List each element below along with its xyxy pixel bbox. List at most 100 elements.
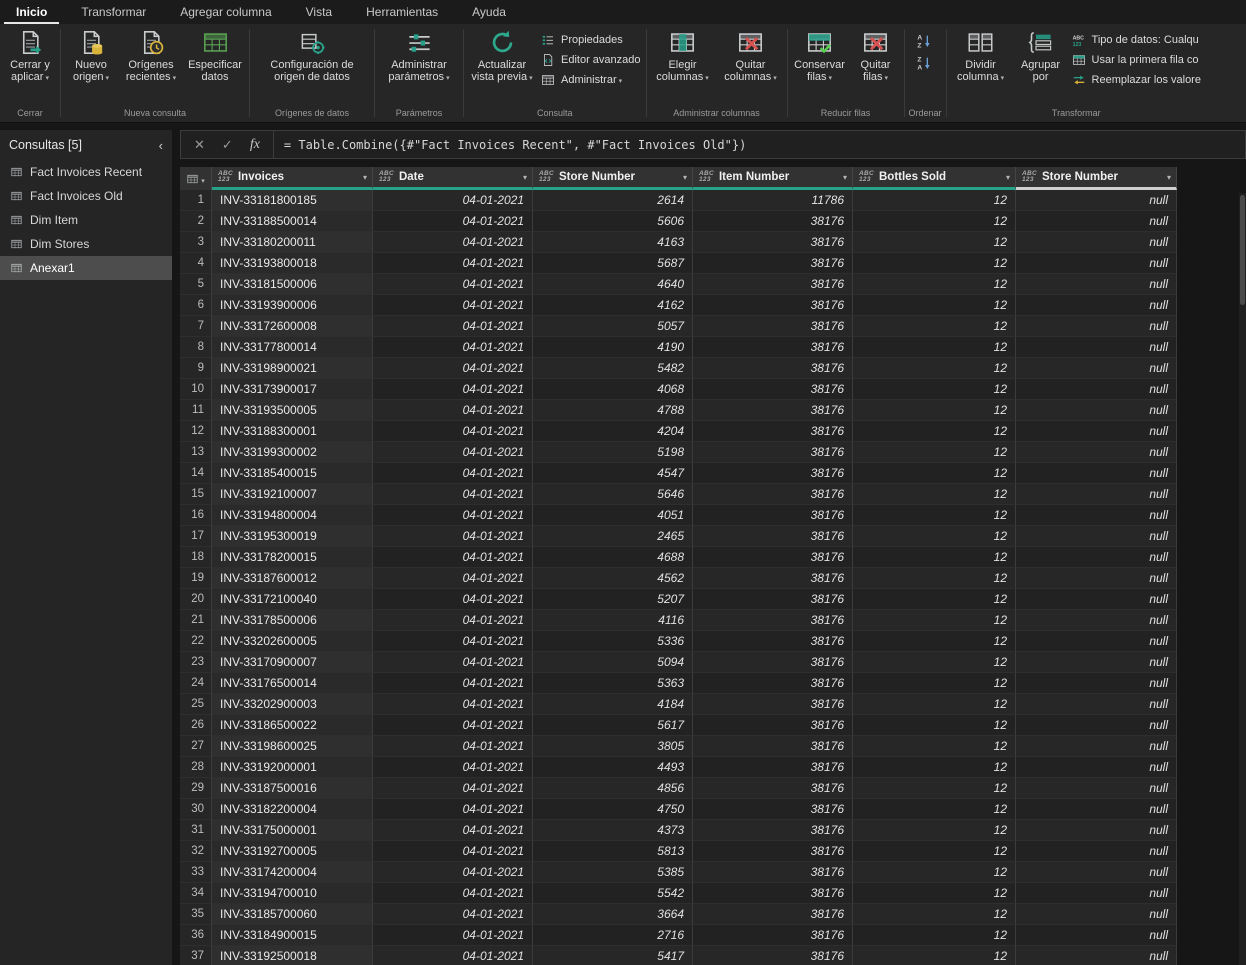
table-cell[interactable]: 12	[853, 211, 1016, 232]
table-cell[interactable]: null	[1016, 778, 1177, 799]
table-cell[interactable]: null	[1016, 295, 1177, 316]
table-cell[interactable]: 5646	[533, 484, 693, 505]
table-cell[interactable]: 5617	[533, 715, 693, 736]
table-cell[interactable]: null	[1016, 505, 1177, 526]
table-cell[interactable]: INV-33177800014	[212, 337, 373, 358]
column-header[interactable]: ABC123Item Number	[693, 167, 853, 190]
table-cell[interactable]: 4750	[533, 799, 693, 820]
table-cell[interactable]: null	[1016, 253, 1177, 274]
table-cell[interactable]: 38176	[693, 736, 853, 757]
row-number[interactable]: 10	[180, 379, 212, 400]
menu-tab-vista[interactable]: Vista	[294, 0, 344, 24]
table-cell[interactable]: null	[1016, 547, 1177, 568]
table-cell[interactable]: 5207	[533, 589, 693, 610]
table-cell[interactable]: 04-01-2021	[373, 946, 533, 965]
table-cell[interactable]: 12	[853, 400, 1016, 421]
enter-data-button[interactable]: Especificar datos	[183, 25, 247, 105]
table-cell[interactable]: 04-01-2021	[373, 904, 533, 925]
table-cell[interactable]: 4051	[533, 505, 693, 526]
table-cell[interactable]: 38176	[693, 421, 853, 442]
row-number[interactable]: 8	[180, 337, 212, 358]
table-cell[interactable]: 38176	[693, 211, 853, 232]
table-cell[interactable]: 04-01-2021	[373, 421, 533, 442]
table-cell[interactable]: 12	[853, 295, 1016, 316]
filter-dropdown-icon[interactable]	[843, 173, 847, 182]
table-cell[interactable]: 4373	[533, 820, 693, 841]
table-cell[interactable]: 04-01-2021	[373, 484, 533, 505]
sort-ascending-button[interactable]	[913, 33, 935, 51]
menu-tab-ayuda[interactable]: Ayuda	[460, 0, 518, 24]
table-cell[interactable]: INV-33192100007	[212, 484, 373, 505]
table-cell[interactable]: 04-01-2021	[373, 358, 533, 379]
table-cell[interactable]: 38176	[693, 568, 853, 589]
row-number[interactable]: 30	[180, 799, 212, 820]
table-cell[interactable]: 04-01-2021	[373, 736, 533, 757]
table-cell[interactable]: 12	[853, 673, 1016, 694]
table-cell[interactable]: INV-33180200011	[212, 232, 373, 253]
select-all-button[interactable]	[180, 167, 212, 190]
table-cell[interactable]: 5606	[533, 211, 693, 232]
table-cell[interactable]: INV-33193800018	[212, 253, 373, 274]
filter-dropdown-icon[interactable]	[1167, 173, 1171, 182]
table-cell[interactable]: null	[1016, 862, 1177, 883]
sort-descending-button[interactable]	[913, 55, 935, 73]
table-cell[interactable]: INV-33199300002	[212, 442, 373, 463]
table-cell[interactable]: 5482	[533, 358, 693, 379]
row-number[interactable]: 21	[180, 610, 212, 631]
table-cell[interactable]: INV-33185700060	[212, 904, 373, 925]
table-cell[interactable]: 12	[853, 904, 1016, 925]
table-cell[interactable]: 4788	[533, 400, 693, 421]
table-cell[interactable]: 12	[853, 862, 1016, 883]
table-cell[interactable]: INV-33172100040	[212, 589, 373, 610]
use-first-row-button[interactable]: Usar la primera fila co	[1072, 53, 1201, 67]
table-cell[interactable]: INV-33188300001	[212, 421, 373, 442]
table-cell[interactable]: 4640	[533, 274, 693, 295]
table-cell[interactable]: 12	[853, 883, 1016, 904]
table-cell[interactable]: 12	[853, 652, 1016, 673]
row-number[interactable]: 33	[180, 862, 212, 883]
filter-dropdown-icon[interactable]	[1006, 173, 1010, 182]
table-cell[interactable]: null	[1016, 190, 1177, 211]
table-cell[interactable]: 12	[853, 799, 1016, 820]
filter-dropdown-icon[interactable]	[683, 173, 687, 182]
data-source-settings-button[interactable]: Configuración de origen de datos	[252, 25, 372, 105]
table-cell[interactable]: 12	[853, 484, 1016, 505]
table-cell[interactable]: null	[1016, 652, 1177, 673]
table-cell[interactable]: null	[1016, 946, 1177, 965]
table-cell[interactable]: 38176	[693, 715, 853, 736]
table-cell[interactable]: 04-01-2021	[373, 337, 533, 358]
table-cell[interactable]: 4493	[533, 757, 693, 778]
table-cell[interactable]: 38176	[693, 463, 853, 484]
row-number[interactable]: 17	[180, 526, 212, 547]
table-cell[interactable]: INV-33194700010	[212, 883, 373, 904]
table-cell[interactable]: 5336	[533, 631, 693, 652]
table-cell[interactable]: INV-33195300019	[212, 526, 373, 547]
table-cell[interactable]: 5385	[533, 862, 693, 883]
menu-tab-herramientas[interactable]: Herramientas	[354, 0, 450, 24]
row-number[interactable]: 29	[180, 778, 212, 799]
table-cell[interactable]: 5417	[533, 946, 693, 965]
filter-dropdown-icon[interactable]	[523, 173, 527, 182]
table-cell[interactable]: 4162	[533, 295, 693, 316]
row-number[interactable]: 12	[180, 421, 212, 442]
table-cell[interactable]: 4190	[533, 337, 693, 358]
table-cell[interactable]: 38176	[693, 358, 853, 379]
row-number[interactable]: 31	[180, 820, 212, 841]
table-cell[interactable]: null	[1016, 400, 1177, 421]
table-cell[interactable]: INV-33194800004	[212, 505, 373, 526]
table-cell[interactable]: 04-01-2021	[373, 820, 533, 841]
table-cell[interactable]: 12	[853, 274, 1016, 295]
table-cell[interactable]: INV-33174200004	[212, 862, 373, 883]
table-cell[interactable]: 04-01-2021	[373, 841, 533, 862]
table-cell[interactable]: 12	[853, 421, 1016, 442]
table-cell[interactable]: 12	[853, 925, 1016, 946]
row-number[interactable]: 26	[180, 715, 212, 736]
table-cell[interactable]: 38176	[693, 547, 853, 568]
table-cell[interactable]: null	[1016, 568, 1177, 589]
table-cell[interactable]: 04-01-2021	[373, 673, 533, 694]
column-header[interactable]: ABC123Store Number	[1016, 167, 1177, 190]
row-number[interactable]: 15	[180, 484, 212, 505]
table-cell[interactable]: 5198	[533, 442, 693, 463]
table-cell[interactable]: null	[1016, 715, 1177, 736]
table-cell[interactable]: null	[1016, 694, 1177, 715]
